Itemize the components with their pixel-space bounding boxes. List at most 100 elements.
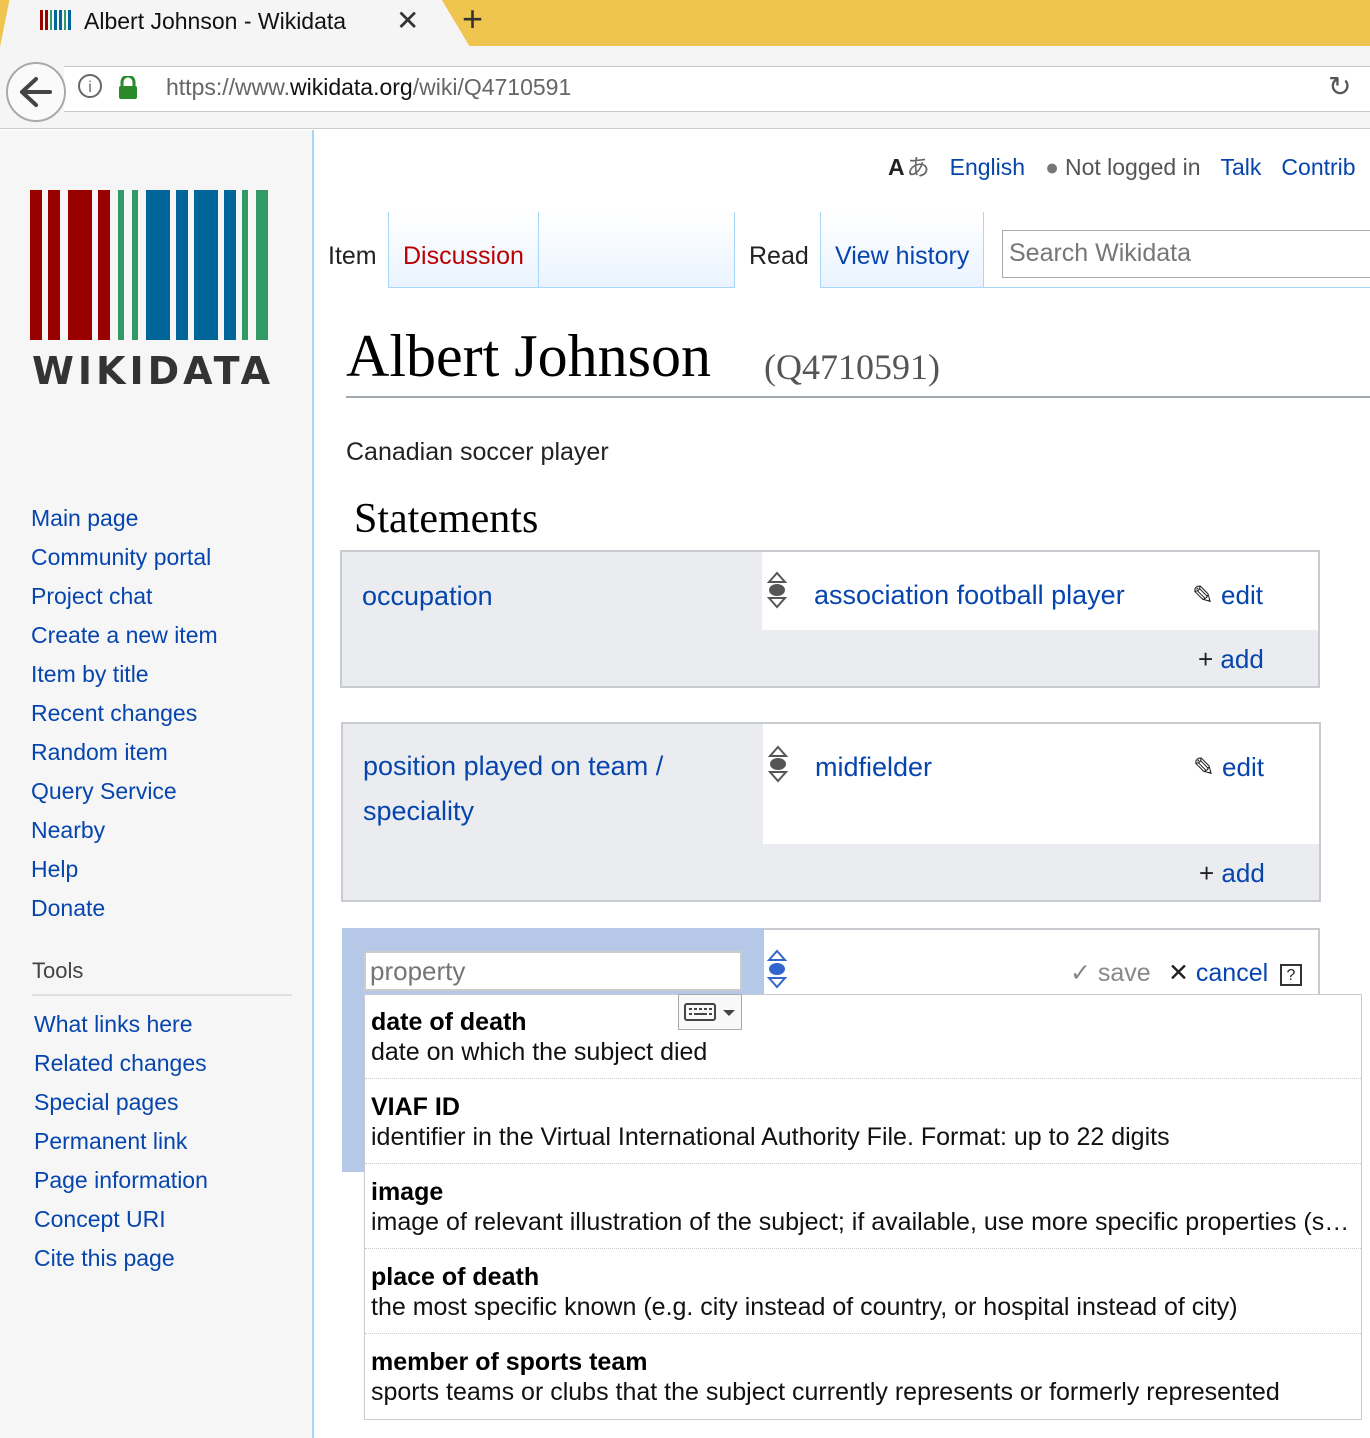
suggestion-description: the most specific known (e.g. city inste… bbox=[371, 1293, 1238, 1321]
rank-selector-icon[interactable] bbox=[767, 744, 789, 784]
language-link[interactable]: English bbox=[950, 154, 1025, 180]
sidebar-item-project-chat[interactable]: Project chat bbox=[31, 583, 152, 609]
keyboard-input-button[interactable] bbox=[678, 994, 742, 1030]
statement-value-area bbox=[763, 724, 1319, 844]
sidebar-item-item-by-title[interactable]: Item by title bbox=[31, 661, 149, 687]
add-button[interactable]: + add bbox=[1199, 858, 1265, 889]
url-host: wikidata.org bbox=[289, 74, 413, 100]
talk-link[interactable]: Talk bbox=[1221, 154, 1262, 180]
tools-item-cite-this-page[interactable]: Cite this page bbox=[34, 1245, 175, 1271]
suggestion-item[interactable]: image image of relevant illustration of … bbox=[365, 1165, 1361, 1249]
pencil-icon: ✎ bbox=[1193, 752, 1215, 782]
tabs-spacer bbox=[538, 212, 734, 288]
url-scheme: https://www. bbox=[166, 74, 290, 100]
statement-group-occupation: occupation association football player ✎… bbox=[340, 550, 1320, 688]
add-label: add bbox=[1221, 858, 1265, 888]
tab-discussion[interactable]: Discussion bbox=[388, 212, 538, 288]
property-suggestions: date of death date on which the subject … bbox=[364, 994, 1362, 1420]
help-icon[interactable]: ? bbox=[1280, 964, 1302, 986]
tools-item-concept-uri[interactable]: Concept URI bbox=[34, 1206, 166, 1232]
keyboard-icon bbox=[684, 1003, 735, 1021]
tools-item-related-changes[interactable]: Related changes bbox=[34, 1050, 207, 1076]
add-button[interactable]: + add bbox=[1198, 644, 1264, 675]
suggestion-item[interactable]: date of death date on which the subject … bbox=[365, 995, 1361, 1079]
search-input[interactable]: Search Wikidata bbox=[1002, 230, 1370, 278]
browser-tab-title: Albert Johnson - Wikidata bbox=[84, 8, 347, 34]
new-tab-icon[interactable]: + bbox=[462, 0, 483, 40]
edit-label: edit bbox=[1221, 580, 1263, 610]
statement-group-position-played: position played on team / speciality mid… bbox=[341, 722, 1321, 902]
item-id: (Q4710591) bbox=[764, 347, 940, 387]
svg-text:WIKIDATA: WIKIDATA bbox=[32, 349, 271, 390]
statement-value[interactable]: midfielder bbox=[815, 752, 932, 783]
statements-heading: Statements bbox=[354, 496, 539, 542]
sidebar-tools: What links here Related changes Special … bbox=[34, 1006, 208, 1279]
back-button[interactable] bbox=[6, 62, 66, 122]
edit-button[interactable]: ✎ edit bbox=[1193, 752, 1264, 783]
wikidata-favicon-icon bbox=[40, 10, 71, 30]
reload-icon[interactable]: ↻ bbox=[1328, 70, 1351, 103]
tab-view-history[interactable]: View history bbox=[820, 212, 984, 288]
wikidata-logo[interactable]: WIKIDATA bbox=[30, 190, 272, 390]
heading-divider bbox=[346, 396, 1370, 398]
sidebar-item-donate[interactable]: Donate bbox=[31, 895, 105, 921]
pencil-icon: ✎ bbox=[1192, 580, 1214, 610]
tools-item-what-links-here[interactable]: What links here bbox=[34, 1011, 193, 1037]
sidebar-item-main-page[interactable]: Main page bbox=[31, 505, 138, 531]
lock-icon bbox=[119, 76, 137, 99]
suggestion-item[interactable]: place of death the most specific known (… bbox=[365, 1250, 1361, 1334]
sidebar-item-query-service[interactable]: Query Service bbox=[31, 778, 177, 804]
suggestion-item[interactable]: member of sports team sports teams or cl… bbox=[365, 1335, 1361, 1419]
tools-item-special-pages[interactable]: Special pages bbox=[34, 1089, 179, 1115]
suggestion-description: image of relevant illustration of the su… bbox=[371, 1208, 1355, 1236]
item-description: Canadian soccer player bbox=[346, 438, 609, 466]
sidebar-item-create-new-item[interactable]: Create a new item bbox=[31, 622, 218, 648]
plus-icon: + bbox=[1198, 644, 1214, 674]
property-line-1: position played on team / bbox=[363, 751, 664, 781]
suggestion-title: VIAF ID bbox=[371, 1093, 460, 1121]
tools-divider bbox=[32, 994, 292, 996]
property-input[interactable] bbox=[364, 951, 742, 991]
suggestion-title: image bbox=[371, 1178, 444, 1206]
not-logged-in-text: Not logged in bbox=[1064, 154, 1201, 180]
suggestion-description: sports teams or clubs that the subject c… bbox=[371, 1378, 1280, 1406]
tabs-border bbox=[984, 287, 1370, 288]
statement-property[interactable]: position played on team / speciality bbox=[363, 744, 663, 834]
save-button[interactable]: ✓ save bbox=[1070, 958, 1151, 988]
close-tab-icon[interactable]: ✕ bbox=[396, 4, 419, 37]
sidebar-nav: Main page Community portal Project chat … bbox=[31, 500, 218, 929]
edit-button[interactable]: ✎ edit bbox=[1192, 580, 1263, 611]
sidebar-item-random-item[interactable]: Random item bbox=[31, 739, 168, 765]
suggestion-title: place of death bbox=[371, 1263, 540, 1291]
cancel-label: cancel bbox=[1195, 959, 1269, 987]
tools-item-permanent-link[interactable]: Permanent link bbox=[34, 1128, 187, 1154]
language-icon[interactable]: Aあ bbox=[888, 154, 936, 180]
statement-value[interactable]: association football player bbox=[814, 580, 1125, 611]
rank-selector-icon[interactable] bbox=[766, 948, 788, 990]
back-arrow-icon bbox=[20, 77, 52, 107]
contributions-link[interactable]: Contrib bbox=[1281, 154, 1355, 180]
sidebar-item-help[interactable]: Help bbox=[31, 856, 78, 882]
tools-heading: Tools bbox=[32, 958, 84, 983]
tab-item[interactable]: Item bbox=[314, 212, 388, 288]
sidebar-item-community-portal[interactable]: Community portal bbox=[31, 544, 211, 570]
suggestion-description: date on which the subject died bbox=[371, 1038, 708, 1066]
rank-selector-icon[interactable] bbox=[766, 570, 788, 610]
sidebar-item-recent-changes[interactable]: Recent changes bbox=[31, 700, 197, 726]
save-label: save bbox=[1097, 959, 1151, 987]
add-label: add bbox=[1220, 644, 1264, 674]
property-line-2: speciality bbox=[363, 796, 475, 826]
suggestion-item[interactable]: VIAF ID identifier in the Virtual Intern… bbox=[365, 1080, 1361, 1164]
checkmark-icon: ✓ bbox=[1070, 959, 1091, 987]
user-icon: ● bbox=[1045, 154, 1059, 180]
url-text[interactable]: https://www.wikidata.org/wiki/Q4710591 bbox=[166, 74, 571, 101]
info-icon[interactable]: i bbox=[78, 74, 102, 98]
suggestion-description: identifier in the Virtual International … bbox=[371, 1123, 1170, 1151]
statement-property[interactable]: occupation bbox=[362, 574, 493, 619]
suggestion-title: member of sports team bbox=[371, 1348, 648, 1376]
tab-read[interactable]: Read bbox=[734, 212, 820, 288]
tools-item-page-information[interactable]: Page information bbox=[34, 1167, 208, 1193]
cancel-button[interactable]: ✕ cancel bbox=[1168, 958, 1268, 988]
sidebar-item-nearby[interactable]: Nearby bbox=[31, 817, 105, 843]
page-title: Albert Johnson bbox=[346, 323, 711, 389]
